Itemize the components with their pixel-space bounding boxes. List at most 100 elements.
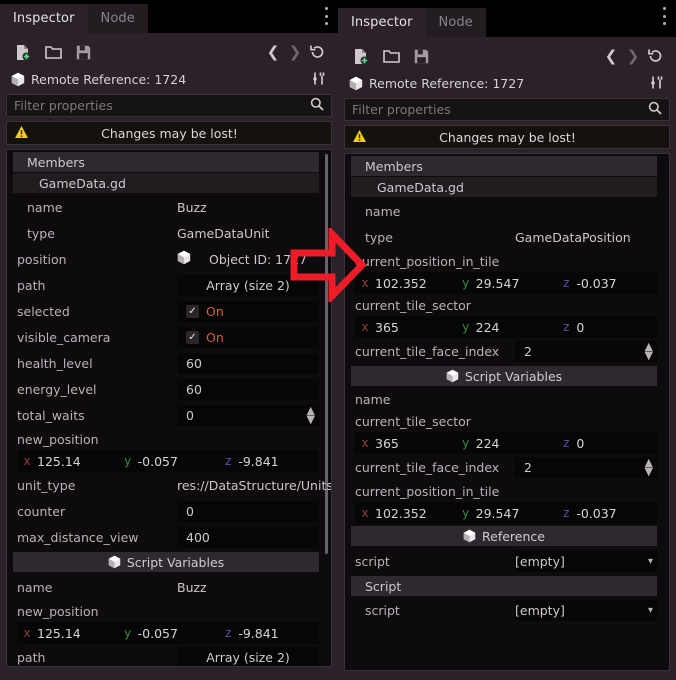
script-row-name[interactable]: name Buzz (7, 574, 331, 600)
vector3-field-current-position-in-tile[interactable]: x 102.352 y 29.547 z -0.037 (355, 272, 657, 294)
array-value-field[interactable]: Array (size 2) (177, 274, 319, 296)
checkbox-checked-icon[interactable]: ✓ (186, 304, 199, 318)
spinbox-field[interactable]: 0 ▲ ▼ (177, 404, 319, 426)
reference-row-script[interactable]: script [empty] ▾ (345, 548, 669, 574)
vector-x[interactable]: x 125.14 (17, 454, 118, 469)
chevron-left-icon-left[interactable]: ❮ (262, 41, 284, 63)
checkbox-field[interactable]: ✓ On (177, 326, 319, 348)
vector-y[interactable]: y -0.057 (118, 626, 219, 641)
checkbox-checked-icon[interactable]: ✓ (186, 330, 199, 344)
tab-node-left[interactable]: Node (87, 4, 148, 33)
vector-y[interactable]: y 224 (456, 436, 557, 451)
number-field[interactable]: 0 (177, 500, 319, 522)
vector-y[interactable]: y 29.547 (456, 506, 557, 521)
filter-properties-input-right[interactable]: Filter properties (344, 98, 670, 121)
spinner-updown-icon[interactable]: ▲ ▼ (645, 457, 653, 477)
vector-z[interactable]: z 0 (556, 320, 657, 335)
spinner-updown-icon[interactable]: ▲ ▼ (307, 405, 315, 425)
chevron-right-icon-left[interactable]: ❯ (284, 41, 306, 63)
property-list-left[interactable]: Members GameData.gd name Buzz type GameD… (6, 149, 332, 667)
number-field[interactable]: 60 (177, 378, 319, 400)
save-icon-right[interactable] (408, 45, 434, 67)
dropdown-field[interactable]: [empty] ▾ (515, 599, 657, 621)
spinbox-field[interactable]: 2 ▲ ▼ (515, 456, 657, 478)
tab-inspector-left[interactable]: Inspector (0, 4, 88, 33)
property-row-health-level[interactable]: health_level 60 (7, 350, 331, 376)
open-folder-icon-right[interactable] (378, 45, 404, 67)
vector-z[interactable]: z 0 (556, 436, 657, 451)
property-row-current-tile-face-index[interactable]: current_tile_face_index 2 ▲ ▼ (345, 338, 669, 364)
vector-z-value: -9.841 (238, 453, 279, 469)
object-tools-icon-right[interactable] (650, 75, 665, 93)
chevron-right-icon-right[interactable]: ❯ (622, 45, 644, 67)
vector3-field-script-current-position-in-tile[interactable]: x 102.352 y 29.547 z -0.037 (355, 502, 657, 524)
vector3-field-current-tile-sector[interactable]: x 365 y 224 z 0 (355, 316, 657, 338)
history-revert-icon-right[interactable] (644, 45, 666, 67)
vector-x[interactable]: x 125.14 (17, 626, 118, 641)
object-tools-icon-left[interactable] (312, 71, 327, 89)
vector-x[interactable]: x 102.352 (355, 276, 456, 291)
script-row-current-tile-face-index[interactable]: current_tile_face_index 2 ▲ ▼ (345, 454, 669, 480)
number-field[interactable]: 400 (177, 526, 319, 548)
vector3-field-new-position[interactable]: x 125.14 y -0.057 z -9.841 (17, 450, 319, 472)
vector-z[interactable]: z -9.841 (218, 626, 319, 641)
vector-y[interactable]: y 224 (456, 320, 557, 335)
property-row-visible-camera[interactable]: visible_camera ✓ On (7, 324, 331, 350)
script-category-row-script[interactable]: script [empty] ▾ (345, 597, 669, 623)
property-row-total-waits[interactable]: total_waits 0 ▲ ▼ (7, 402, 331, 428)
chevron-left-icon-right[interactable]: ❮ (600, 45, 622, 67)
search-icon-left[interactable] (310, 96, 324, 115)
new-resource-icon-right[interactable] (348, 45, 374, 67)
property-row-counter[interactable]: counter 0 (7, 498, 331, 524)
vector3-field-script-current-tile-sector[interactable]: x 365 y 224 z 0 (355, 432, 657, 454)
vector-x[interactable]: x 365 (355, 436, 456, 451)
property-row-energy-level[interactable]: energy_level 60 (7, 376, 331, 402)
property-row-unit-type[interactable]: unit_type res://DataStructure/Units (7, 472, 331, 498)
category-members-right[interactable]: Members (351, 156, 657, 176)
category-members-left[interactable]: Members (13, 152, 319, 172)
filter-properties-input-left[interactable]: Filter properties (6, 94, 332, 117)
history-revert-icon-left[interactable] (306, 41, 328, 63)
vector-y[interactable]: y -0.057 (118, 454, 219, 469)
search-icon-right[interactable] (648, 100, 662, 119)
vector-x[interactable]: x 365 (355, 320, 456, 335)
open-folder-icon-left[interactable] (40, 41, 66, 63)
vector-z[interactable]: z -0.037 (556, 276, 657, 291)
vector-y[interactable]: y 29.547 (456, 276, 557, 291)
category-script-file-right[interactable]: GameData.gd (351, 177, 657, 197)
checkbox-field[interactable]: ✓ On (177, 300, 319, 322)
dropdown-field[interactable]: [empty] ▾ (515, 550, 657, 572)
script-row-path[interactable]: path Array (size 2) (7, 644, 331, 666)
section-script-variables-left[interactable]: Script Variables (13, 552, 319, 572)
property-row-selected[interactable]: selected ✓ On (7, 298, 331, 324)
tab-inspector-right[interactable]: Inspector (338, 8, 426, 37)
spinner-updown-icon[interactable]: ▲ ▼ (645, 341, 653, 361)
section-reference-right[interactable]: Reference (351, 526, 657, 546)
chevron-down-icon[interactable]: ▾ (648, 556, 657, 567)
property-list-right[interactable]: Members GameData.gd name type GameDataPo… (344, 153, 670, 671)
kebab-menu-icon-left[interactable] (324, 7, 328, 25)
section-script-variables-right[interactable]: Script Variables (351, 366, 657, 386)
tab-node-right[interactable]: Node (425, 8, 486, 37)
property-row-path[interactable]: path Array (size 2) (7, 272, 331, 298)
new-resource-icon-left[interactable] (10, 41, 36, 63)
save-icon-left[interactable] (70, 41, 96, 63)
object-id-value[interactable]: Object ID: 1727 (177, 250, 307, 268)
property-row-max-distance-view[interactable]: max_distance_view 400 (7, 524, 331, 550)
spinbox-field[interactable]: 2 ▲ ▼ (515, 340, 657, 362)
category-script-right[interactable]: Script (351, 576, 657, 596)
property-row-name[interactable]: name Buzz (7, 194, 331, 220)
number-field[interactable]: 60 (177, 352, 319, 374)
property-row-type[interactable]: type GameDataPosition (345, 224, 669, 250)
chevron-down-icon[interactable]: ▾ (648, 605, 657, 616)
property-row-name[interactable]: name (345, 198, 669, 224)
property-row-type[interactable]: type GameDataUnit (7, 220, 331, 246)
vector-x[interactable]: x 102.352 (355, 506, 456, 521)
property-row-position[interactable]: position Object ID: 1727 (7, 246, 331, 272)
vector3-field-script-new-position[interactable]: x 125.14 y -0.057 z -9.841 (17, 622, 319, 644)
array-value-field[interactable]: Array (size 2) (177, 646, 319, 666)
category-script-file-left[interactable]: GameData.gd (13, 173, 319, 193)
kebab-menu-icon-right[interactable] (662, 7, 666, 25)
vector-z[interactable]: z -9.841 (218, 454, 319, 469)
vector-z[interactable]: z -0.037 (556, 506, 657, 521)
